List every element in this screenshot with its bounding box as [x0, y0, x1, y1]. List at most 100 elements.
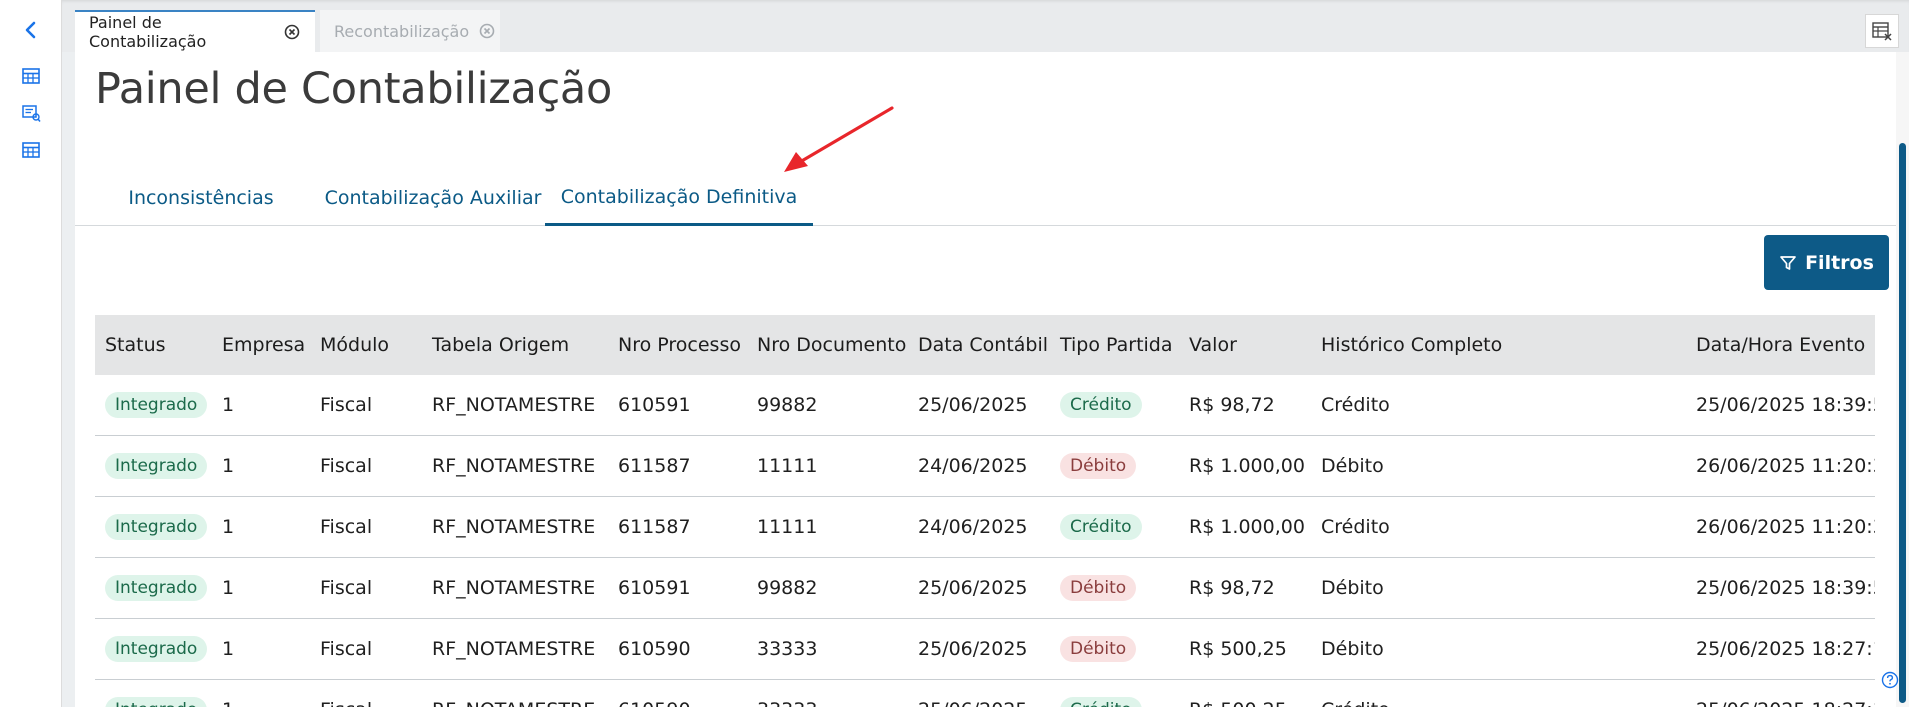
table-cell: Crédito — [1321, 394, 1390, 416]
tab-contabilizacao-auxiliar[interactable]: Contabilização Auxiliar — [303, 170, 563, 226]
table-icon — [22, 68, 40, 84]
column-header[interactable]: Data Contábil — [908, 334, 1050, 356]
close-circle-icon[interactable] — [479, 22, 495, 40]
table-row[interactable]: Integrado 1 Fiscal RF_NOTAMESTRE 610590 33333… — [95, 619, 1875, 680]
table-cell: 26/06/2025 11:20:3 — [1696, 455, 1875, 477]
table-cell: 610590 — [608, 699, 747, 707]
table-cell: 33333 — [747, 699, 908, 707]
table-cell: RF_NOTAMESTRE — [422, 699, 608, 707]
column-header[interactable]: Valor — [1179, 334, 1311, 356]
tab-inconsistencias[interactable]: Inconsistências — [115, 170, 287, 226]
status-badge: Integrado — [105, 392, 208, 418]
table-row[interactable]: Integrado 1 Fiscal RF_NOTAMESTRE 610591 99882… — [95, 375, 1875, 436]
table-cell: R$ 1.000,00 — [1189, 455, 1305, 477]
table-cell: 25/06/2025 18:27:1 — [1696, 638, 1875, 660]
entry-type-badge: Crédito — [1060, 392, 1142, 418]
table-settings-button[interactable] — [1865, 14, 1899, 48]
table-cell: Fiscal — [320, 455, 373, 477]
document-tab-strip: Painel de Contabilização Recontabilizaçã… — [62, 0, 1909, 52]
status-badge: Integrado — [105, 514, 208, 540]
column-header[interactable]: Tipo Partida — [1050, 334, 1179, 356]
sidebar-item-painel[interactable] — [18, 63, 44, 89]
sidebar-item-relatorio[interactable] — [18, 100, 44, 126]
table-cell: Fiscal — [320, 516, 373, 538]
report-icon — [22, 105, 41, 122]
column-header[interactable]: Tabela Origem — [422, 334, 608, 356]
column-header[interactable]: Nro Documento — [747, 334, 908, 356]
table-cell: Débito — [1321, 455, 1384, 477]
table-cell: RF_NOTAMESTRE — [432, 516, 596, 538]
table-cell: R$ 500,25 — [1189, 638, 1287, 660]
collapse-sidebar-button[interactable] — [18, 17, 44, 43]
table-cell: Crédito — [1050, 392, 1179, 418]
column-header[interactable]: Data/Hora Evento — [1686, 334, 1875, 356]
entry-type-badge: Débito — [1060, 453, 1137, 479]
table-cell: 33333 — [757, 638, 818, 660]
table-cell: Fiscal — [320, 577, 373, 599]
table-cell: 26/06/2025 11:20:3 — [1696, 516, 1875, 538]
table-row[interactable]: Integrado1FiscalRF_NOTAMESTRE61059033333… — [95, 680, 1875, 707]
main-panel: Painel de Contabilização Inconsistências… — [75, 52, 1909, 707]
table-cell: 610591 — [618, 577, 691, 599]
table-cell: 611587 — [618, 455, 691, 477]
status-badge: Integrado — [105, 575, 208, 601]
table-cell: R$ 500,25 — [1179, 699, 1311, 707]
table-cell: R$ 98,72 — [1189, 394, 1275, 416]
page-title: Painel de Contabilização — [95, 64, 612, 114]
table-cell: Crédito — [1050, 514, 1179, 540]
table-cell: Débito — [1050, 636, 1179, 662]
table-cell: Débito — [1050, 575, 1179, 601]
table-cell: 25/06/2025 — [918, 577, 1028, 599]
entry-type-badge: Débito — [1060, 636, 1137, 662]
table-cell: Integrado — [95, 697, 212, 707]
table-cell: 1 — [222, 638, 235, 660]
table-cell: Crédito — [1321, 516, 1390, 538]
tab-contabilizacao-definitiva[interactable]: Contabilização Definitiva — [545, 170, 813, 226]
column-header[interactable]: Empresa — [212, 334, 310, 356]
table-header-row: Status Empresa Módulo Tabela Origem Nro Proc… — [95, 315, 1875, 375]
column-header[interactable]: Módulo — [310, 334, 422, 356]
accounting-table: Status Empresa Módulo Tabela Origem Nro Proc… — [95, 315, 1875, 707]
table-cell: 25/06/2025 18:39:5 — [1696, 577, 1875, 599]
table-row[interactable]: Integrado 1 Fiscal RF_NOTAMESTRE 611587 11111… — [95, 436, 1875, 497]
column-header[interactable]: Nro Processo — [608, 334, 747, 356]
sidebar-item-recontabilizacao[interactable] — [18, 137, 44, 163]
filters-button[interactable]: Filtros — [1764, 235, 1889, 290]
table-cell: 25/06/2025 — [918, 394, 1028, 416]
doc-tab-label: Recontabilização — [334, 21, 470, 41]
table-cell: RF_NOTAMESTRE — [432, 577, 596, 599]
table-body: Integrado 1 Fiscal RF_NOTAMESTRE 610591 99882… — [95, 375, 1875, 707]
entry-type-badge: Débito — [1060, 575, 1137, 601]
table-cell: Débito — [1321, 638, 1384, 660]
table-cell: 610590 — [618, 638, 691, 660]
table-cell: RF_NOTAMESTRE — [432, 394, 596, 416]
table-cell: Débito — [1050, 453, 1179, 479]
status-badge: Integrado — [105, 453, 208, 479]
column-header[interactable]: Histórico Completo — [1311, 334, 1686, 356]
doc-tab-painel[interactable]: Painel de Contabilização — [75, 10, 315, 52]
entry-type-badge: Crédito — [1060, 514, 1142, 540]
close-circle-icon[interactable] — [284, 23, 301, 41]
table-cell: Integrado — [95, 636, 212, 662]
filters-button-label: Filtros — [1805, 251, 1874, 274]
table-cell: 1 — [212, 699, 310, 707]
doc-tab-recontabilizacao[interactable]: Recontabilização — [320, 10, 500, 52]
table-cell: 99882 — [757, 394, 818, 416]
table-cell: R$ 98,72 — [1189, 577, 1275, 599]
table-cell: Crédito — [1311, 699, 1686, 707]
help-icon[interactable] — [1880, 670, 1900, 690]
table-cell: 25/06/2025 18:27:1 — [1686, 699, 1875, 707]
vertical-scrollbar-thumb[interactable] — [1899, 143, 1906, 703]
column-header[interactable]: Status — [95, 334, 212, 356]
table-cell: Integrado — [95, 575, 212, 601]
table-cell: 24/06/2025 — [918, 516, 1028, 538]
table-cell: 1 — [222, 577, 235, 599]
table-cell: 25/06/2025 18:39:5 — [1696, 394, 1875, 416]
entry-type-badge: Crédito — [1060, 697, 1142, 707]
table-row[interactable]: Integrado 1 Fiscal RF_NOTAMESTRE 610591 99882… — [95, 558, 1875, 619]
table-cell: Fiscal — [320, 638, 373, 660]
table-row[interactable]: Integrado 1 Fiscal RF_NOTAMESTRE 611587 11111… — [95, 497, 1875, 558]
table-cell: 25/06/2025 — [918, 638, 1028, 660]
table-cell: 1 — [222, 516, 235, 538]
table-cell: RF_NOTAMESTRE — [432, 638, 596, 660]
